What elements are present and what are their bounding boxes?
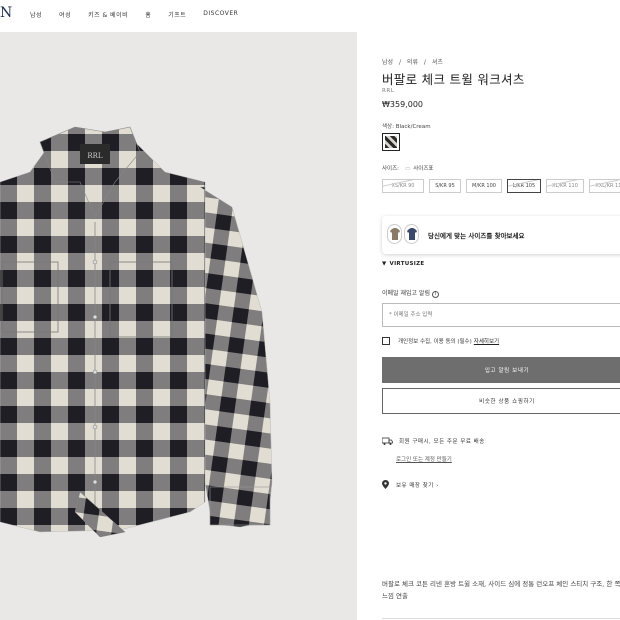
store-finder-label: 보유 매장 찾기 ›: [396, 482, 439, 489]
shipping-info: 회원 구매시, 모든 주문 무료 배송: [382, 437, 485, 445]
breadcrumb-sep: /: [423, 59, 426, 66]
nav-item-women[interactable]: 여성: [59, 10, 71, 19]
virtusize-widget[interactable]: 당신에게 맞는 사이즈를 찾아보세요: [382, 216, 620, 254]
product-image[interactable]: RRL: [0, 32, 357, 620]
virtusize-logo-icon: ▼: [382, 261, 387, 267]
consent-checkbox[interactable]: [382, 337, 390, 345]
breadcrumb-sep: /: [398, 59, 401, 66]
size-option-xs[interactable]: XS/KR 90: [382, 179, 424, 193]
store-finder[interactable]: 보유 매장 찾기 ›: [382, 480, 439, 489]
virtusize-brand: ▼ VIRTUSIZE: [382, 261, 425, 267]
shirt-illustration: RRL: [0, 126, 273, 538]
size-option-s[interactable]: S/KR 95: [429, 179, 461, 193]
restock-label: 이메일 재입고 알림: [382, 290, 430, 297]
color-label: 색상: Black/Cream: [382, 124, 431, 130]
size-option-xl[interactable]: XL/KR 110: [546, 179, 584, 193]
consent-text: 개인정보 수집, 이용 동의 (필수): [398, 339, 472, 345]
consent-row: 개인정보 수집, 이용 동의 (필수) 자세히보기: [382, 337, 499, 345]
garment-icon: [387, 224, 402, 244]
product-details: 남성 / 의류 / 셔츠 버팔로 체크 트윌 워크셔츠 RRL ₩359,000…: [382, 0, 620, 620]
size-guide-link[interactable]: 사이즈표: [413, 166, 433, 172]
product-price: ₩359,000: [382, 100, 423, 109]
restock-label-row: 이메일 재입고 알림 i: [382, 288, 439, 298]
size-option-m[interactable]: M/KR 100: [466, 179, 502, 193]
size-option-xxl[interactable]: XXL/KR 115: [589, 179, 620, 193]
nav-menu: 남성 여성 키즈 & 베이비 홈 기프트 DISCOVER: [30, 10, 255, 19]
email-input[interactable]: [382, 303, 620, 327]
nav-item-kids[interactable]: 키즈 & 베이비: [88, 10, 128, 19]
virtusize-icons: [387, 224, 421, 246]
breadcrumb-men[interactable]: 남성: [382, 59, 393, 66]
size-option-l[interactable]: L/KR 105: [507, 179, 541, 193]
product-description: 버팔로 체크 코튼 리넨 혼방 트윌 소재, 사이드 심에 정통 런오프 체인 …: [382, 580, 620, 600]
breadcrumb-clothing[interactable]: 의류: [407, 59, 418, 66]
consent-details-link[interactable]: 자세히보기: [474, 337, 499, 345]
breadcrumb: 남성 / 의류 / 셔츠: [382, 57, 447, 66]
color-swatch-black-cream[interactable]: [382, 133, 400, 151]
info-icon[interactable]: i: [431, 291, 439, 298]
virtusize-brand-label: VIRTUSIZE: [389, 261, 425, 267]
size-label: 사이즈:: [382, 166, 400, 172]
product-title: 버팔로 체크 트윌 워크셔츠: [382, 72, 525, 87]
virtusize-text: 당신에게 맞는 사이즈를 찾아보세요: [428, 232, 525, 240]
nav-item-men[interactable]: 남성: [30, 10, 42, 19]
nav-item-gifts[interactable]: 기프트: [168, 10, 186, 19]
size-options: XS/KR 90 S/KR 95 M/KR 100 L/KR 105 XL/KR…: [382, 179, 620, 193]
svg-text:RRL: RRL: [87, 152, 103, 160]
ruler-icon: ▭: [405, 166, 411, 172]
login-link[interactable]: 로그인 또는 계정 만들기: [396, 455, 452, 463]
truck-icon: [382, 437, 393, 445]
logo[interactable]: N: [0, 5, 12, 21]
notify-submit-button[interactable]: 입고 알림 보내기: [382, 357, 620, 383]
nav-item-home[interactable]: 홈: [145, 10, 151, 19]
nav-item-discover[interactable]: DISCOVER: [203, 10, 238, 19]
shop-similar-button[interactable]: 비슷한 상품 쇼핑하기: [382, 388, 620, 414]
breadcrumb-shirts[interactable]: 셔츠: [432, 59, 443, 66]
divider: [382, 618, 620, 619]
body-icon: [404, 224, 419, 244]
location-pin-icon: [382, 480, 389, 489]
shipping-text: 회원 구매시, 모든 주문 무료 배송: [399, 439, 485, 445]
product-brand: RRL: [382, 88, 395, 94]
size-label-row: 사이즈: ▭ 사이즈표: [382, 164, 434, 172]
